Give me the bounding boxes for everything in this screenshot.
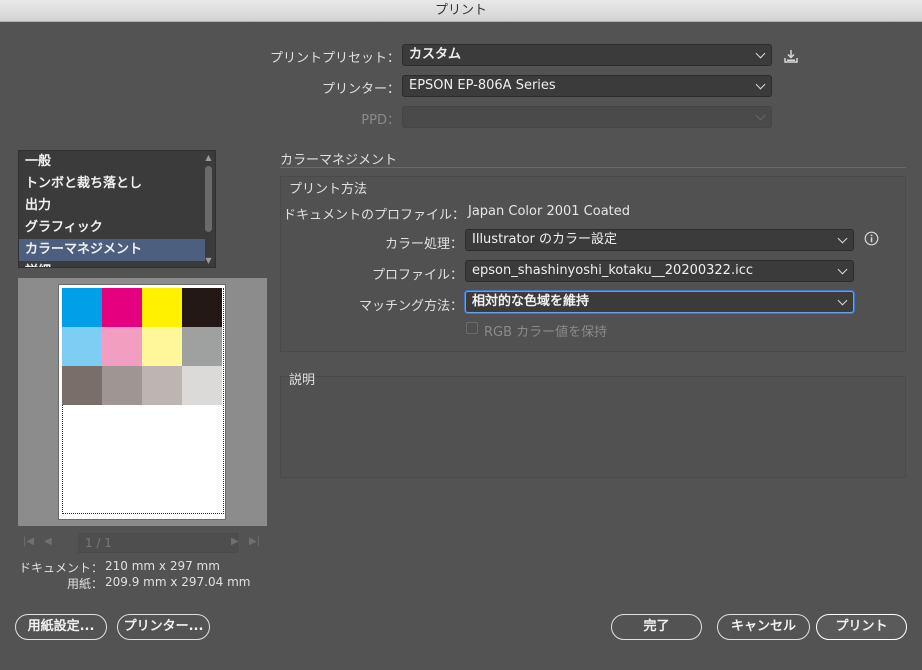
chevron-down-icon: [755, 110, 766, 121]
category-list[interactable]: 一般 トンボと裁ち落とし 出力 グラフィック カラーマネジメント 詳細 ▲ ▼: [18, 150, 216, 268]
color-swatch: [182, 288, 222, 327]
color-swatch: [182, 327, 222, 366]
matching-label: マッチング方法：: [358, 299, 463, 314]
sidebar-item-marks-bleed[interactable]: トンボと裁ち落とし: [19, 173, 205, 195]
doc-profile-label: ドキュメントのプロファイル：: [283, 208, 466, 223]
document-info: ドキュメント： 210 mm x 297 mm 用紙： 209.9 mm x 2…: [18, 558, 267, 592]
preset-select[interactable]: カスタム: [402, 44, 772, 66]
scroll-thumb[interactable]: [205, 166, 212, 232]
preview-paper: [58, 284, 226, 520]
print-method-title: プリント方法: [289, 182, 368, 197]
chevron-down-icon: [837, 264, 848, 275]
scroll-up-icon[interactable]: ▲: [204, 153, 213, 162]
sidebar-item-advanced[interactable]: 詳細: [19, 261, 205, 267]
document-size-label: ドキュメント：: [18, 561, 103, 575]
sidebar-item-color-management[interactable]: カラーマネジメント: [19, 239, 205, 261]
color-swatch: [102, 327, 142, 366]
preserve-rgb-checkbox[interactable]: [466, 322, 478, 334]
chevron-down-icon: [755, 48, 766, 59]
color-swatch: [142, 366, 182, 405]
profile-label: プロファイル：: [371, 268, 463, 283]
color-handling-value: Illustrator のカラー設定: [472, 232, 618, 247]
sidebar-item-graphics[interactable]: グラフィック: [19, 217, 205, 239]
description-group: [280, 376, 906, 478]
page-setup-button[interactable]: 用紙設定...: [15, 614, 107, 640]
done-button[interactable]: 完了: [611, 614, 702, 640]
next-page-icon[interactable]: ▶: [231, 536, 239, 547]
color-swatch: [182, 366, 222, 405]
profile-select[interactable]: epson_shashinyoshi_kotaku__20200322.icc: [465, 260, 854, 282]
window-title: プリント: [0, 0, 922, 22]
ppd-label: PPD：: [361, 113, 400, 128]
first-page-icon[interactable]: |◀: [23, 536, 34, 547]
profile-value: epson_shashinyoshi_kotaku__20200322.icc: [472, 263, 753, 278]
color-handling-label: カラー処理：: [384, 237, 463, 252]
paper-size-value: 209.9 mm x 297.04 mm: [105, 575, 251, 589]
color-swatch: [142, 327, 182, 366]
printer-value: EPSON EP-806A Series: [409, 78, 556, 93]
document-size-value: 210 mm x 297 mm: [105, 559, 220, 573]
cancel-button[interactable]: キャンセル: [717, 614, 810, 640]
matching-select[interactable]: 相対的な色域を維持: [465, 291, 854, 313]
chevron-down-icon: [837, 295, 848, 306]
download-icon[interactable]: [783, 48, 799, 64]
info-icon[interactable]: [864, 231, 879, 246]
sidebar-item-output[interactable]: 出力: [19, 195, 205, 217]
description-title: 説明: [289, 373, 316, 388]
page-navigator: |◀ ◀ 1 / 1 ▶ ▶|: [18, 532, 267, 554]
printer-label: プリンター：: [321, 82, 400, 97]
color-handling-select[interactable]: Illustrator のカラー設定: [465, 229, 854, 251]
color-swatch: [102, 288, 142, 327]
page-field[interactable]: 1 / 1: [78, 533, 238, 553]
section-title: カラーマネジメント: [280, 153, 398, 168]
chevron-down-icon: [837, 233, 848, 244]
doc-profile-value: Japan Color 2001 Coated: [468, 204, 631, 219]
prev-page-icon[interactable]: ◀: [44, 536, 52, 547]
color-swatch: [62, 327, 102, 366]
printer-button[interactable]: プリンター...: [117, 614, 210, 640]
matching-value: 相対的な色域を維持: [472, 294, 590, 309]
color-swatch: [102, 366, 142, 405]
sidebar-item-general[interactable]: 一般: [19, 151, 205, 173]
section-divider: [280, 167, 906, 168]
print-button[interactable]: プリント: [816, 614, 907, 640]
ppd-select[interactable]: [402, 106, 772, 128]
color-swatch: [62, 288, 102, 327]
color-swatch: [62, 366, 102, 405]
color-swatch: [142, 288, 182, 327]
last-page-icon[interactable]: ▶|: [249, 536, 260, 547]
printer-select[interactable]: EPSON EP-806A Series: [402, 75, 772, 97]
preserve-rgb-label: RGB カラー値を保持: [484, 325, 608, 340]
list-scrollbar[interactable]: ▲ ▼: [203, 152, 214, 266]
paper-size-label: 用紙：: [66, 577, 103, 591]
preset-label: プリントプリセット：: [269, 51, 400, 66]
print-preview[interactable]: [18, 278, 267, 526]
scroll-down-icon[interactable]: ▼: [204, 256, 213, 265]
chevron-down-icon: [755, 79, 766, 90]
preset-value: カスタム: [409, 47, 462, 62]
